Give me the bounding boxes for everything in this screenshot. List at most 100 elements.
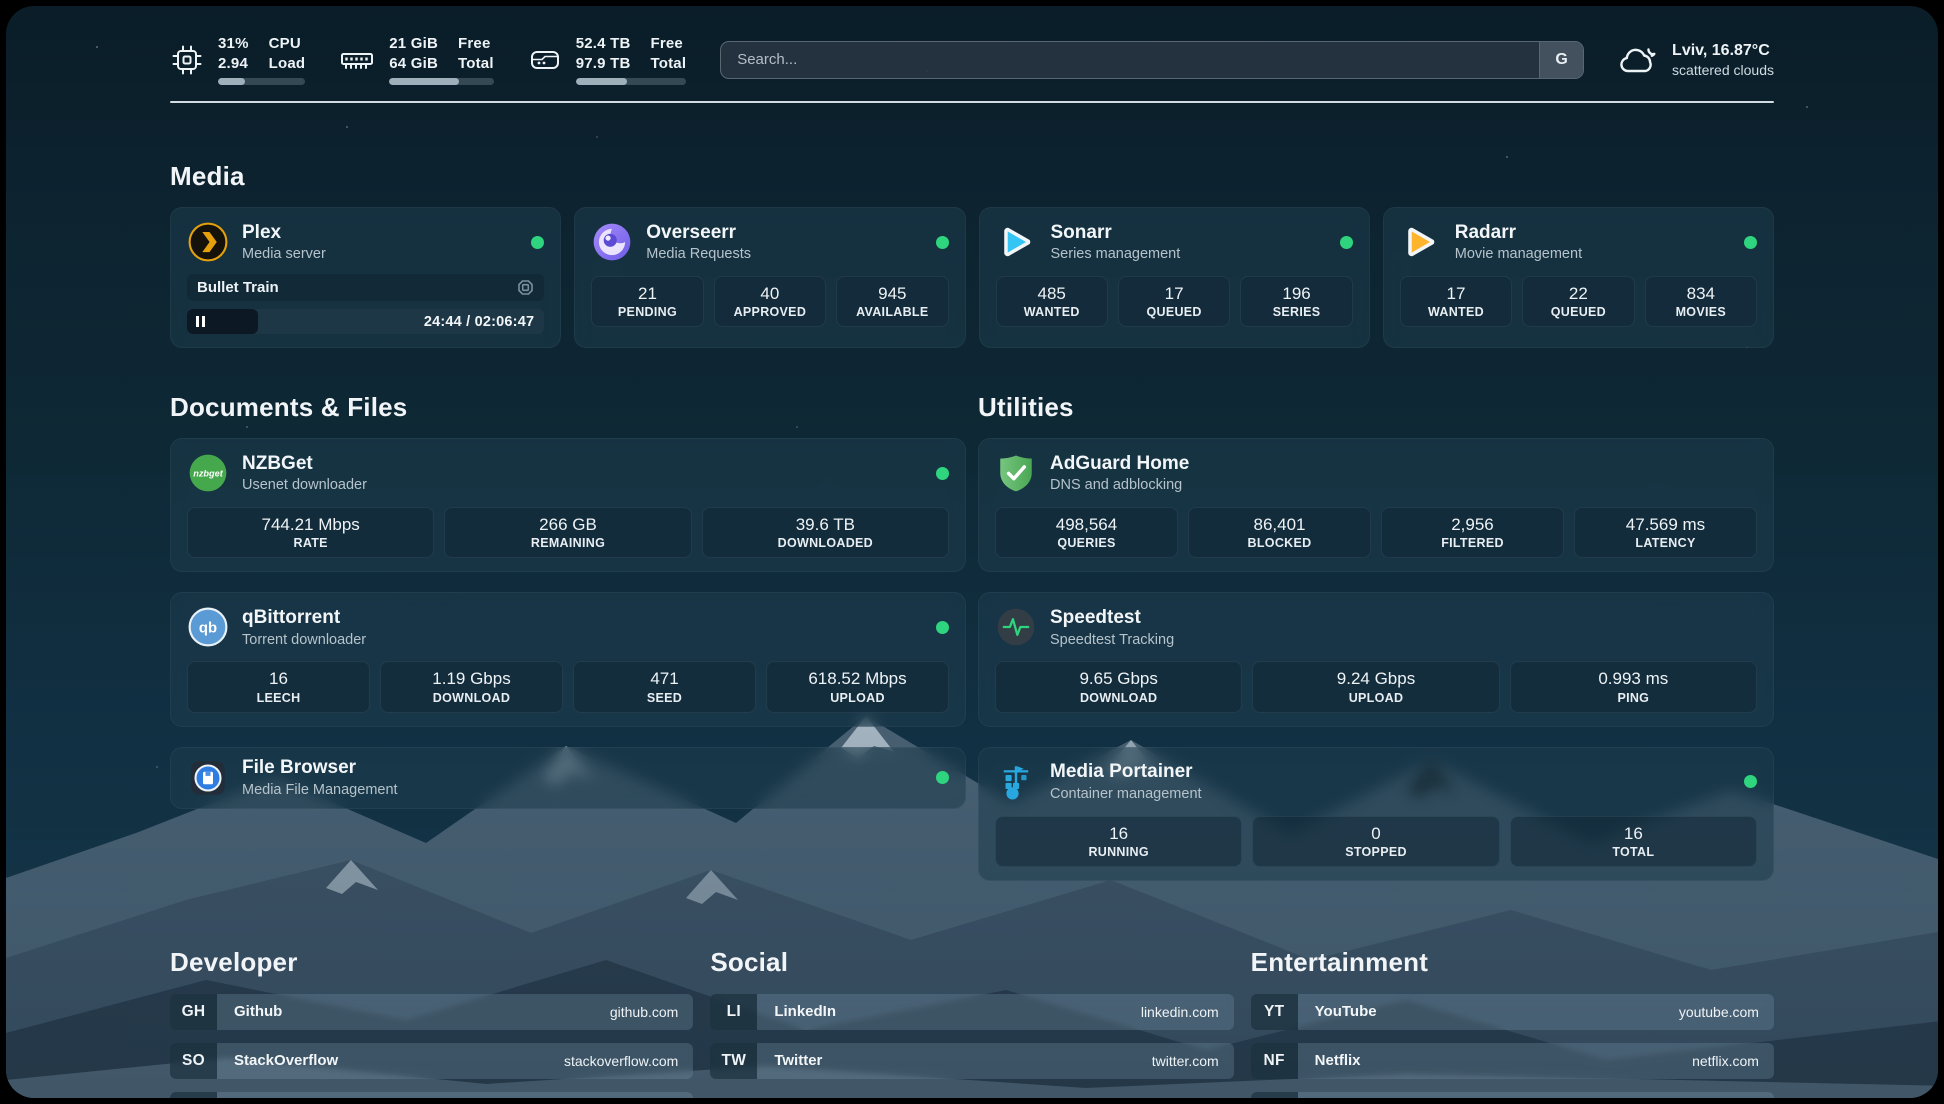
stat-blocked: 86,401BLOCKED [1188,507,1371,558]
app-description: Speedtest Tracking [1050,632,1174,648]
stat-leech: 16LEECH [187,661,370,712]
media-section-title: Media [170,161,1774,192]
status-online-dot [1340,236,1353,249]
pause-icon[interactable] [196,316,205,327]
link-abbr: DT [170,1092,217,1098]
stat-approved: 40APPROVED [714,276,826,327]
card-sonarr[interactable]: Sonarr Series management 485WANTED 17QUE… [979,207,1370,348]
status-online-dot [531,236,544,249]
status-online-dot [936,621,949,634]
adguard-icon [995,452,1037,494]
card-filebrowser[interactable]: File Browser Media File Management [170,747,966,809]
app-description: Movie management [1455,246,1582,262]
section-social: Social LI LinkedIn linkedin.com TW Twitt… [710,947,1233,1098]
stat-upload: 9.24 GbpsUPLOAD [1252,661,1499,712]
svg-text:qb: qb [199,621,217,637]
status-online-dot [1744,775,1757,788]
now-playing-row: Bullet Train [187,274,544,301]
cpu-progress-bar [218,78,305,85]
card-plex[interactable]: Plex Media server Bullet Train [170,207,561,348]
disk-progress-bar [576,78,686,85]
radarr-icon [1400,221,1442,263]
stat-ping: 0.993 msPING [1510,661,1757,712]
link-name: Netflix [1315,1052,1361,1069]
disk-labels: FreeTotal [650,34,686,73]
status-online-dot [1744,236,1757,249]
app-name: Speedtest [1050,607,1174,630]
app-description: Container management [1050,786,1202,802]
playback-progress-bar[interactable]: 24:44 / 02:06:47 [187,309,544,334]
link-url: netflix.com [1692,1053,1759,1069]
link-dev-to[interactable]: DT DEV dev.to [170,1092,693,1098]
link-twitter[interactable]: TW Twitter twitter.com [710,1043,1233,1079]
link-reddit[interactable]: RE Reddit reddit.com [1251,1092,1774,1098]
app-description: Torrent downloader [242,632,366,648]
app-name: File Browser [242,757,398,780]
link-url: linkedin.com [1141,1004,1219,1020]
card-overseerr[interactable]: Overseerr Media Requests 21PENDING 40APP… [574,207,965,348]
sonarr-icon [996,221,1038,263]
card-radarr[interactable]: Radarr Movie management 17WANTED 22QUEUE… [1383,207,1774,348]
card-speedtest[interactable]: Speedtest Speedtest Tracking 9.65 GbpsDO… [978,592,1774,726]
card-adguard[interactable]: AdGuard Home DNS and adblocking 498,564Q… [978,438,1774,572]
plex-icon [187,221,229,263]
stat-queries: 498,564QUERIES [995,507,1178,558]
overseerr-icon [591,221,633,263]
utilities-section-title: Utilities [978,392,1774,423]
developer-section-title: Developer [170,947,693,978]
link-name: Github [234,1003,282,1020]
app-description: Usenet downloader [242,477,367,493]
link-netflix[interactable]: NF Netflix netflix.com [1251,1043,1774,1079]
disk-widget: 52.4 TB97.9 TB FreeTotal [528,34,686,85]
memory-widget: 21 GiB64 GiB FreeTotal [339,34,493,85]
stat-series: 196SERIES [1240,276,1352,327]
link-abbr: LI [710,994,757,1030]
status-online-dot [936,467,949,480]
nzbget-icon: nzbget [187,452,229,494]
link-youtube[interactable]: YT YouTube youtube.com [1251,994,1774,1030]
stat-available: 945AVAILABLE [836,276,948,327]
link-abbr: SO [170,1043,217,1079]
app-name: Radarr [1455,222,1582,245]
memory-values: 21 GiB64 GiB [389,34,438,73]
card-portainer[interactable]: Media Portainer Container management 16R… [978,747,1774,881]
app-description: Media Requests [646,246,751,262]
link-name: Twitter [774,1052,822,1069]
snow-flecks [6,6,8,8]
cpu-labels: CPULoad [269,34,306,73]
section-utilities: Utilities [978,392,1774,881]
card-nzbget[interactable]: nzbget NZBGet Usenet downloader [170,438,966,572]
stat-queued: 22QUEUED [1522,276,1634,327]
memory-ram-icon [339,43,375,77]
top-status-bar: 31%2.94 CPULoad [170,34,1774,85]
link-url: stackoverflow.com [564,1053,678,1069]
link-name: LinkedIn [774,1003,836,1020]
section-documents-files: Documents & Files nzbget [170,392,966,881]
card-qbittorrent[interactable]: qb qBittorrent Torrent downloader [170,592,966,726]
stat-wanted: 17WANTED [1400,276,1512,327]
app-description: Media File Management [242,782,398,798]
link-github[interactable]: GH Github github.com [170,994,693,1030]
link-url: twitter.com [1152,1053,1219,1069]
app-name: Sonarr [1051,222,1181,245]
link-abbr: YT [1251,994,1298,1030]
stat-rate: 744.21 MbpsRATE [187,507,434,558]
link-abbr: TW [710,1043,757,1079]
status-online-dot [936,771,949,784]
dashboard-background: 31%2.94 CPULoad [6,6,1938,1098]
stat-download: 9.65 GbpsDOWNLOAD [995,661,1242,712]
weather-widget[interactable]: Lviv, 16.87°C scattered clouds [1618,41,1774,79]
status-online-dot [936,236,949,249]
cpu-values: 31%2.94 [218,34,249,73]
dashboard-page: 31%2.94 CPULoad [0,0,1944,1104]
app-name: Media Portainer [1050,761,1202,784]
search-input[interactable] [721,42,1539,78]
now-playing-title: Bullet Train [197,279,279,296]
link-stackoverflow[interactable]: SO StackOverflow stackoverflow.com [170,1043,693,1079]
link-linkedin[interactable]: LI LinkedIn linkedin.com [710,994,1233,1030]
section-entertainment: Entertainment YT YouTube youtube.com NF … [1251,947,1774,1098]
portainer-icon [995,761,1037,803]
section-media: Media Plex [170,161,1774,348]
disk-values: 52.4 TB97.9 TB [576,34,631,73]
search-engine-button[interactable]: G [1539,42,1583,78]
